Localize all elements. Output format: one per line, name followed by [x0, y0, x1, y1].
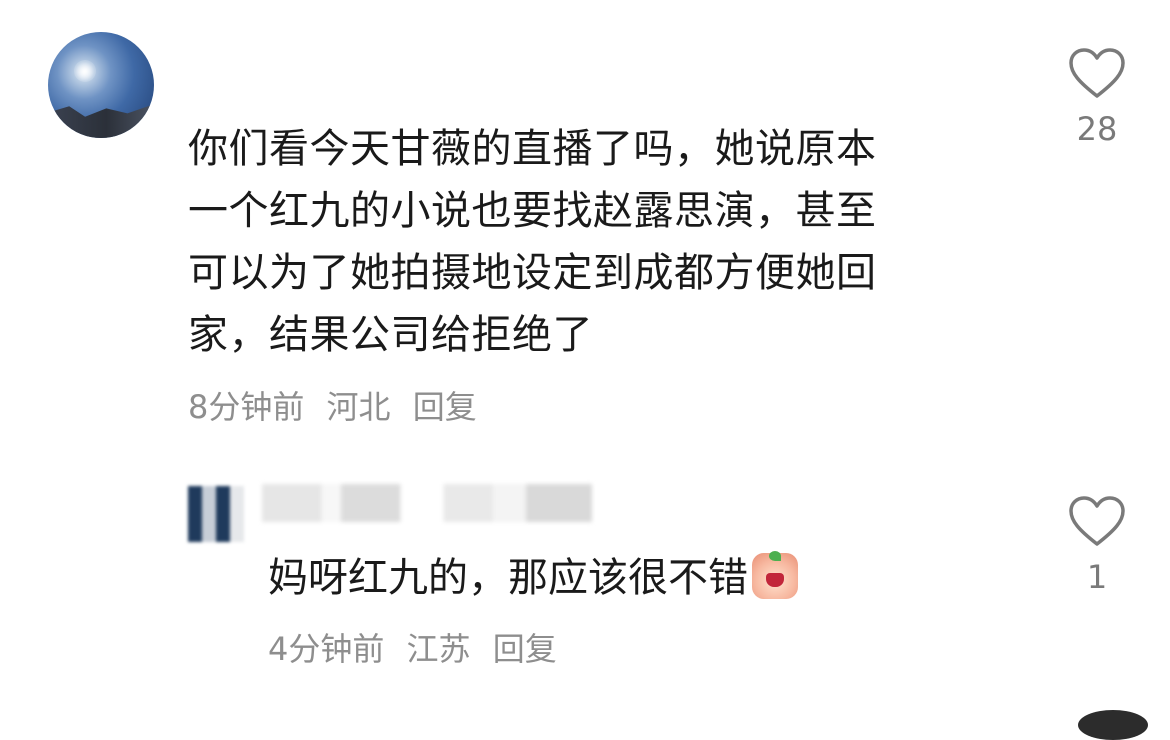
comment-reply-button[interactable]: 回复 — [413, 388, 477, 426]
reply-username-blurred — [262, 484, 592, 522]
reply-reply-button[interactable]: 回复 — [493, 630, 557, 668]
reply-meta: 4分钟前 江苏 回复 — [268, 624, 569, 670]
commenter-avatar[interactable] — [48, 32, 154, 138]
reply-like-count: 1 — [1086, 558, 1108, 596]
next-avatar-peek — [1078, 710, 1148, 740]
comment-line: 家，结果公司给拒绝了 — [188, 312, 593, 358]
heart-outline-icon — [1069, 48, 1125, 98]
reply-location: 江苏 — [406, 630, 471, 668]
reply-avatar[interactable] — [188, 486, 244, 542]
reply-body: 妈呀红九的，那应该很不错 — [268, 548, 798, 608]
heart-outline-icon — [1069, 496, 1125, 546]
comment-meta: 8分钟前 河北 回复 — [188, 382, 489, 428]
comment-like-button[interactable]: 28 — [1062, 46, 1132, 148]
comment-body: 你们看今天甘薇的直播了吗，她说原本 一个红九的小说也要找赵露思演，甚至 可以为了… — [188, 118, 988, 366]
avatar-building-silhouette — [48, 104, 154, 138]
comment-like-count: 28 — [1076, 110, 1118, 148]
comment-line: 一个红九的小说也要找赵露思演，甚至 — [188, 188, 877, 234]
comment-location: 河北 — [326, 388, 391, 426]
comment-line: 你们看今天甘薇的直播了吗，她说原本 — [188, 126, 877, 172]
comment-time: 8分钟前 — [188, 388, 305, 426]
reply-text: 妈呀红九的，那应该很不错 — [268, 555, 748, 601]
comment-line: 可以为了她拍摄地设定到成都方便她回 — [188, 250, 877, 296]
laughing-peach-emoji-icon — [752, 551, 798, 599]
reply-like-button[interactable]: 1 — [1062, 494, 1132, 596]
reply-time: 4分钟前 — [268, 630, 385, 668]
avatar-sun-glare — [74, 60, 96, 82]
